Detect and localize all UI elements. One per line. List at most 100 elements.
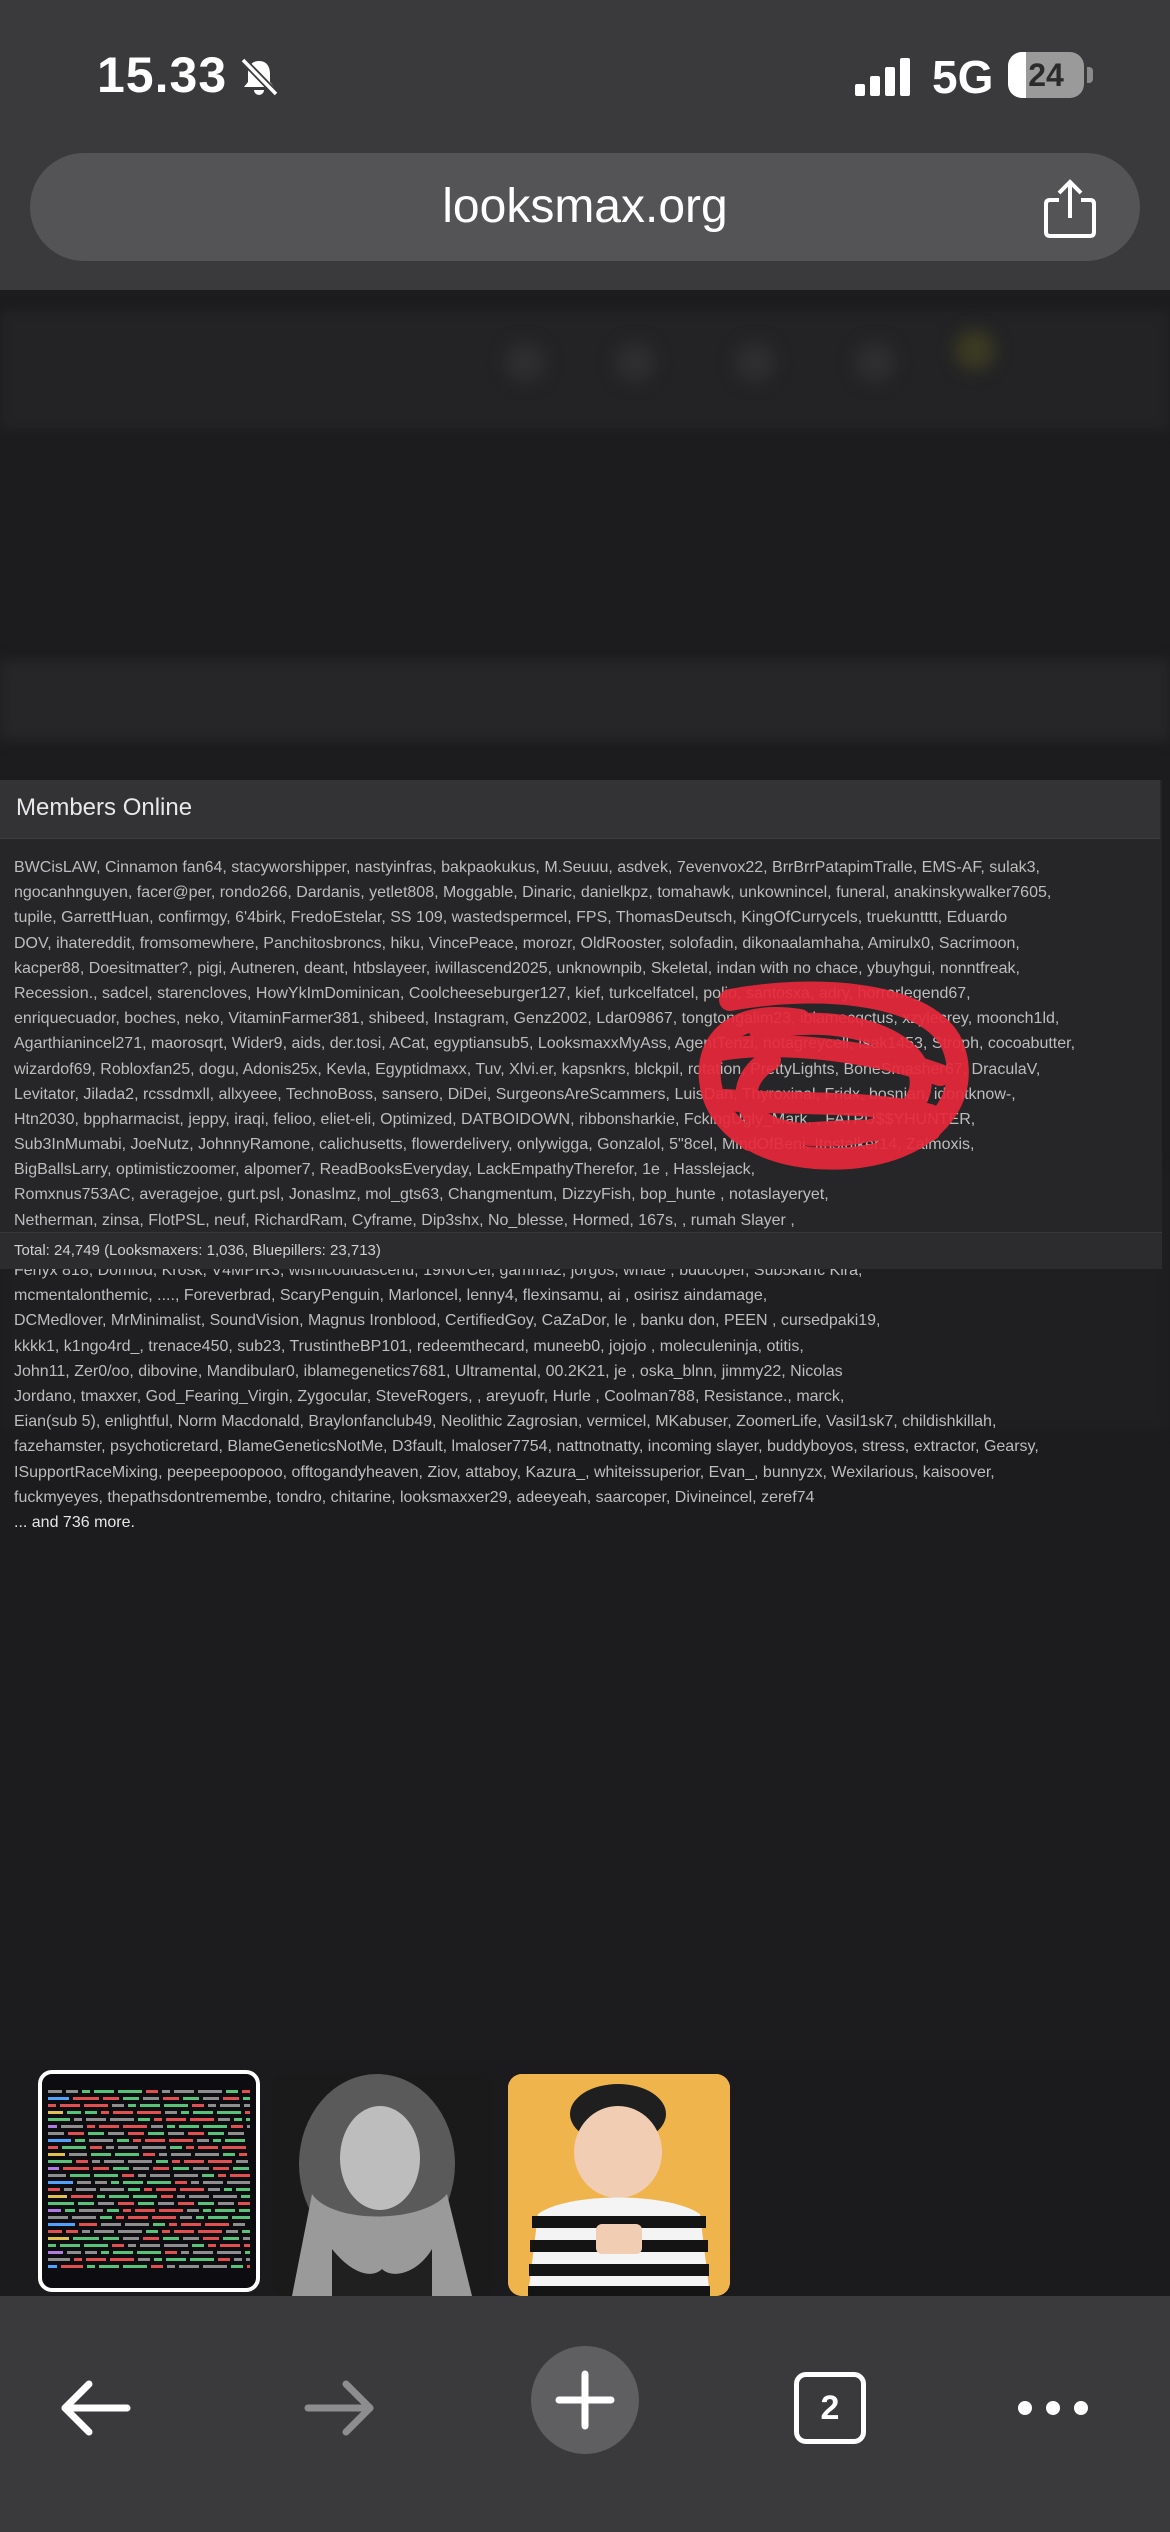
thumbnail-text-line xyxy=(223,2237,239,2240)
thumbnail-text-line xyxy=(186,2146,194,2149)
thumbnail-text-line xyxy=(48,2258,70,2261)
url-bar[interactable]: looksmax.org xyxy=(30,153,1140,261)
thumbnail-text-line xyxy=(87,2265,95,2268)
thumbnail-text-line xyxy=(238,2202,250,2205)
thumbnail-text-line xyxy=(123,2097,139,2100)
thumbnail-text-line xyxy=(203,2097,219,2100)
thumbnail-text-line xyxy=(153,2167,169,2170)
thumbnail-text-line xyxy=(245,2111,250,2114)
thumbnail-text-line xyxy=(203,2209,211,2212)
thumbnail-text-line xyxy=(117,2139,129,2142)
thumbnail-text-line xyxy=(190,2258,214,2261)
back-arrow-icon[interactable] xyxy=(45,2358,145,2458)
forward-arrow-icon[interactable] xyxy=(290,2358,390,2458)
member-line[interactable]: tupile, GarrettHuan, confirmgy, 6'4birk,… xyxy=(14,905,1154,930)
member-line[interactable]: John11, Zer0/oo, dibovine, Mandibular0, … xyxy=(14,1359,1154,1384)
member-line[interactable]: Romxnus753AC, averagejoe, gurt.psl, Jona… xyxy=(14,1182,1154,1207)
thumbnail-text-line xyxy=(164,2104,188,2107)
thumbnail-text-line xyxy=(99,2265,119,2268)
thumbnail-text-line xyxy=(72,2216,96,2219)
thumbnail-text-line xyxy=(181,2111,189,2114)
thumbnail-text-line xyxy=(86,2258,106,2261)
thumbnail-text-line xyxy=(193,2251,213,2254)
thumbnail-text-line xyxy=(71,2195,93,2198)
thumbnail-text-line xyxy=(48,2104,56,2107)
thumbnail-text-line xyxy=(175,2181,187,2184)
thumbnail-text-line xyxy=(195,2153,219,2156)
thumbnail-text-line xyxy=(166,2118,186,2121)
thumbnail-text-line xyxy=(190,2118,214,2121)
blurred-icon xyxy=(615,342,655,382)
thumbnail-text-line xyxy=(183,2237,199,2240)
thumbnail-text-line xyxy=(82,2090,90,2093)
thumbnail-text-line xyxy=(143,2153,155,2156)
member-line[interactable]: kacper88, Doesitmatter?, pigi, Autneren,… xyxy=(14,956,1154,981)
tab-thumbnail-woman-photo[interactable] xyxy=(272,2074,494,2296)
thumbnail-text-line xyxy=(64,2188,72,2191)
thumbnail-text-line xyxy=(78,2202,94,2205)
thumbnail-text-line xyxy=(247,2265,250,2268)
thumbnail-text-line xyxy=(133,2139,141,2142)
member-line[interactable]: kkkk1, k1ngo4rd_, trenace450, sub23, Tru… xyxy=(14,1334,1154,1359)
thumbnail-text-line xyxy=(94,2230,114,2233)
tab-thumbnail-members[interactable] xyxy=(38,2070,260,2292)
bell-slash-icon xyxy=(240,57,279,97)
member-line[interactable]: Sub3InMumabi, JoeNutz, JohnnyRamone, cal… xyxy=(14,1132,1154,1157)
thumbnail-text-line xyxy=(48,2132,64,2135)
thumbnail-text-line xyxy=(113,2251,133,2254)
member-line[interactable]: Levitator, Jilada2, rcssdmxll, allxyeee,… xyxy=(14,1082,1154,1107)
thumbnail-text-line xyxy=(123,2209,131,2212)
thumbnail-text-line xyxy=(208,2132,224,2135)
member-line[interactable]: fuckmyeyes, thepathsdontremembe, tondro,… xyxy=(14,1485,1154,1510)
member-line[interactable]: DOV, ihatereddit, fromsomewhere, Panchit… xyxy=(14,931,1154,956)
member-line[interactable]: ... and 736 more. xyxy=(14,1510,1154,1535)
thumbnail-text-line xyxy=(198,2090,222,2093)
member-line[interactable]: mcmentalonthemic, ...., Foreverbrad, Sca… xyxy=(14,1283,1154,1308)
thumbnail-text-line xyxy=(89,2139,113,2142)
new-tab-button[interactable] xyxy=(531,2346,639,2454)
member-line[interactable]: BWCisLAW, Cinnamon fan64, stacyworshippe… xyxy=(14,855,1154,880)
thumbnail-text-line xyxy=(180,2216,192,2219)
thumbnail-text-line xyxy=(179,2265,199,2268)
thumbnail-text-line xyxy=(193,2111,213,2114)
bottom-toolbar: 2 xyxy=(0,2296,1170,2532)
member-line[interactable]: DCMedlover, MrMinimalist, SoundVision, M… xyxy=(14,1308,1154,1333)
member-line[interactable]: Agarthianincel271, maorosqrt, Wider9, ai… xyxy=(14,1031,1154,1056)
member-line[interactable]: Htn2030, bppharmacist, jeppy, iraqi, fel… xyxy=(14,1107,1154,1132)
thumbnail-text-line xyxy=(208,2104,216,2107)
member-line[interactable]: enriquecuador, boches, neko, VitaminFarm… xyxy=(14,1006,1154,1031)
member-line[interactable]: Eian(sub 5), enlightful, Norm Macdonald,… xyxy=(14,1409,1154,1434)
thumbnail-text-line xyxy=(208,2160,232,2163)
blurred-icon xyxy=(505,342,545,382)
thumbnail-text-line xyxy=(48,2111,63,2114)
thumbnail-text-line xyxy=(61,2265,83,2268)
member-line[interactable]: BigBallsLarry, optimisticzoomer, alpomer… xyxy=(14,1157,1154,1182)
share-icon[interactable] xyxy=(1040,178,1100,240)
member-line[interactable]: Recession., sadcel, starencloves, HowYkI… xyxy=(14,981,1154,1006)
thumbnail-text-line xyxy=(94,2174,118,2177)
tabs-button[interactable]: 2 xyxy=(780,2358,880,2458)
thumbnail-text-line xyxy=(137,2111,161,2114)
thumbnail-text-line xyxy=(247,2125,250,2128)
thumbnail-text-line xyxy=(163,2237,179,2240)
thumbnail-text-line xyxy=(123,2265,147,2268)
thumbnail-text-line xyxy=(118,2090,142,2093)
thumbnail-text-line xyxy=(161,2195,173,2198)
thumbnail-text-line xyxy=(143,2097,159,2100)
thumbnail-text-line xyxy=(146,2230,158,2233)
web-page: Members Online BWCisLAW, Cinnamon fan64,… xyxy=(0,290,1170,2060)
tab-thumbnail-man-photo[interactable] xyxy=(508,2074,730,2296)
thumbnail-text-line xyxy=(65,2209,75,2212)
more-dots-icon[interactable] xyxy=(1003,2358,1103,2458)
member-line[interactable]: Jordano, tmaxxer, God_Fearing_Virgin, Zy… xyxy=(14,1384,1154,1409)
thumbnail-text-line xyxy=(123,2181,143,2184)
blurred-forum-row xyxy=(0,660,1170,740)
member-line[interactable]: ngocanhnguyen, facer@per, rondo266, Dard… xyxy=(14,880,1154,905)
member-line[interactable]: wizardof69, Robloxfan25, dogu, Adonis25x… xyxy=(14,1057,1154,1082)
thumbnail-text-line xyxy=(76,2160,88,2163)
member-line[interactable]: Netherman, zinsa, FlotPSL, neuf, Richard… xyxy=(14,1208,1154,1233)
member-line[interactable]: fazehamster, psychoticretard, BlameGenet… xyxy=(14,1434,1154,1459)
members-list-thumbnail xyxy=(48,2090,250,2268)
thumbnail-text-line xyxy=(101,2111,109,2114)
member-line[interactable]: ISupportRaceMixing, peepeepoopooo, offto… xyxy=(14,1460,1154,1485)
